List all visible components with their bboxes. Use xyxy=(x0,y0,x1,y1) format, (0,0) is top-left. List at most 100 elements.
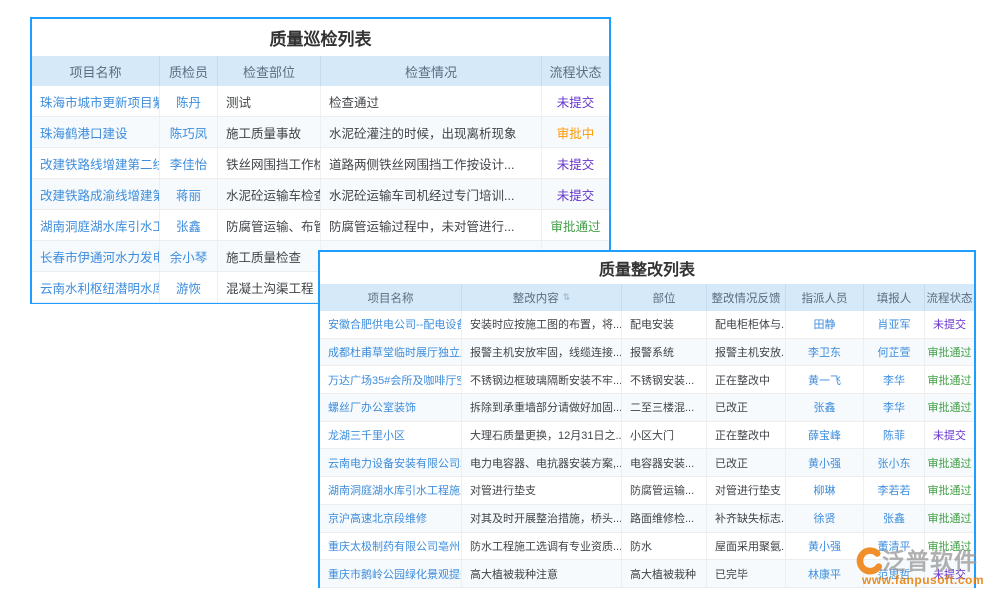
cell-assignee[interactable]: 张鑫 xyxy=(786,394,864,421)
cell-assignee[interactable]: 林康平 xyxy=(786,560,864,587)
cell-part: 防腐管运输... xyxy=(622,477,707,504)
cell-project[interactable]: 万达广场35#会所及咖啡厅空... xyxy=(320,366,462,393)
column-header-project: 项目名称 xyxy=(320,284,462,311)
column-header-label: 流程状态 xyxy=(927,290,973,306)
table-row: 改建铁路线增建第二线...李佳怡铁丝网围挡工作检查道路两侧铁丝网围挡工作按设计.… xyxy=(32,148,609,179)
cell-reporter[interactable]: 李华 xyxy=(864,394,925,421)
cell-assignee[interactable]: 李卫东 xyxy=(786,339,864,366)
column-header-status: 流程状态 xyxy=(925,284,974,311)
cell-inspector[interactable]: 陈巧凤 xyxy=(160,117,218,147)
cell-feedback: 已改正 xyxy=(707,449,786,476)
cell-feedback: 对管进行垫支 xyxy=(707,477,786,504)
cell-assignee[interactable]: 薛宝峰 xyxy=(786,422,864,449)
sort-icon[interactable]: ⇅ xyxy=(563,292,571,303)
cell-project[interactable]: 长春市伊通河水力发电... xyxy=(32,241,160,271)
cell-content: 高大植被栽种注意 xyxy=(462,560,622,587)
cell-assignee[interactable]: 黄小强 xyxy=(786,533,864,560)
fanpu-logo-icon xyxy=(854,546,882,576)
cell-project[interactable]: 云南电力设备安装有限公司20... xyxy=(320,449,462,476)
cell-content: 电力电容器、电抗器安装方案,... xyxy=(462,449,622,476)
cell-status: 审批通过 xyxy=(925,339,974,366)
cell-situation: 检查通过 xyxy=(321,86,542,116)
cell-project[interactable]: 螺丝厂办公室装饰 xyxy=(320,394,462,421)
cell-project[interactable]: 京沪高速北京段维修 xyxy=(320,505,462,532)
cell-part: 测试 xyxy=(218,86,321,116)
column-header-assignee: 指派人员 xyxy=(786,284,864,311)
rectification-table-header: 项目名称整改内容⇅部位整改情况反馈指派人员填报人流程状态 xyxy=(320,284,974,311)
cell-status: 未提交 xyxy=(542,148,609,178)
cell-inspector[interactable]: 张鑫 xyxy=(160,210,218,240)
cell-assignee[interactable]: 田静 xyxy=(786,311,864,338)
cell-project[interactable]: 珠海鹤港口建设 xyxy=(32,117,160,147)
cell-status: 审批通过 xyxy=(925,366,974,393)
column-header-label: 检查部位 xyxy=(243,62,295,81)
table-row: 螺丝厂办公室装饰拆除到承重墙部分请做好加固...二至三楼混...已改正张鑫李华审… xyxy=(320,394,974,422)
watermark-url-text: www.fanpusoft.com xyxy=(862,573,1000,587)
table-row: 龙湖三千里小区大理石质量更换，12月31日之...小区大门正在整改中薛宝峰陈菲未… xyxy=(320,422,974,450)
cell-inspector[interactable]: 陈丹 xyxy=(160,86,218,116)
cell-status: 未提交 xyxy=(542,179,609,209)
cell-assignee[interactable]: 柳琳 xyxy=(786,477,864,504)
cell-feedback: 补齐缺失标志... xyxy=(707,505,786,532)
cell-content: 拆除到承重墙部分请做好加固... xyxy=(462,394,622,421)
cell-project[interactable]: 安徽合肥供电公司--配电设备... xyxy=(320,311,462,338)
cell-reporter[interactable]: 李华 xyxy=(864,366,925,393)
cell-status: 审批通过 xyxy=(925,505,974,532)
cell-part: 二至三楼混... xyxy=(622,394,707,421)
cell-status: 审批通过 xyxy=(542,210,609,240)
watermark-brand-text: 泛普软件 xyxy=(882,546,978,576)
cell-inspector[interactable]: 余小琴 xyxy=(160,241,218,271)
fanpu-watermark: 泛普软件 www.fanpusoft.com xyxy=(854,546,1000,587)
cell-situation: 水泥砼灌注的时候，出现离析现象 xyxy=(321,117,542,147)
cell-assignee[interactable]: 徐贤 xyxy=(786,505,864,532)
cell-feedback: 正在整改中 xyxy=(707,422,786,449)
cell-project[interactable]: 珠海市城市更新项目紫... xyxy=(32,86,160,116)
cell-project[interactable]: 重庆太极制药有限公司亳州中... xyxy=(320,533,462,560)
cell-status: 未提交 xyxy=(542,86,609,116)
cell-project[interactable]: 云南水利枢纽潜明水库... xyxy=(32,272,160,302)
column-header-reporter: 填报人 xyxy=(864,284,925,311)
cell-assignee[interactable]: 黄小强 xyxy=(786,449,864,476)
cell-project[interactable]: 湖南洞庭湖水库引水工程施工I标 xyxy=(320,477,462,504)
table-row: 湖南洞庭湖水库引水工程施工I标对管进行垫支防腐管运输...对管进行垫支柳琳李若若… xyxy=(320,477,974,505)
cell-reporter[interactable]: 何芷萱 xyxy=(864,339,925,366)
cell-inspector[interactable]: 蒋丽 xyxy=(160,179,218,209)
cell-inspector[interactable]: 李佳怡 xyxy=(160,148,218,178)
cell-reporter[interactable]: 张鑫 xyxy=(864,505,925,532)
cell-project[interactable]: 湖南洞庭湖水库引水工... xyxy=(32,210,160,240)
cell-project[interactable]: 成都杜甫草堂临时展厅独立展... xyxy=(320,339,462,366)
cell-inspector[interactable]: 游恢 xyxy=(160,272,218,302)
cell-project[interactable]: 龙湖三千里小区 xyxy=(320,422,462,449)
cell-part: 配电安装 xyxy=(622,311,707,338)
cell-part: 防水 xyxy=(622,533,707,560)
cell-reporter[interactable]: 肖亚军 xyxy=(864,311,925,338)
table-row: 改建铁路成渝线增建第...蒋丽水泥砼运输车检查水泥砼运输车司机经过专门培训...… xyxy=(32,179,609,210)
table-row: 云南电力设备安装有限公司20...电力电容器、电抗器安装方案,...电容器安装.… xyxy=(320,449,974,477)
cell-situation: 水泥砼运输车司机经过专门培训... xyxy=(321,179,542,209)
cell-part: 报警系统 xyxy=(622,339,707,366)
cell-assignee[interactable]: 黄一飞 xyxy=(786,366,864,393)
table-row: 珠海市城市更新项目紫...陈丹测试检查通过未提交 xyxy=(32,86,609,117)
table-row: 万达广场35#会所及咖啡厅空...不锈钢边框玻璃隔断安装不牢...不锈钢安装..… xyxy=(320,366,974,394)
cell-part: 电容器安装... xyxy=(622,449,707,476)
cell-status: 审批中 xyxy=(542,117,609,147)
cell-reporter[interactable]: 张小东 xyxy=(864,449,925,476)
cell-situation: 道路两侧铁丝网围挡工作按设计... xyxy=(321,148,542,178)
cell-status: 审批通过 xyxy=(925,394,974,421)
cell-feedback: 正在整改中 xyxy=(707,366,786,393)
cell-reporter[interactable]: 陈菲 xyxy=(864,422,925,449)
cell-reporter[interactable]: 李若若 xyxy=(864,477,925,504)
cell-part: 施工质量检查 xyxy=(218,241,321,271)
column-header-label: 项目名称 xyxy=(69,62,121,81)
inspection-table-header: 项目名称质检员检查部位检查情况流程状态 xyxy=(32,56,609,86)
cell-feedback: 已改正 xyxy=(707,394,786,421)
column-header-part: 部位 xyxy=(622,284,707,311)
column-header-label: 部位 xyxy=(653,290,676,306)
cell-part: 铁丝网围挡工作检查 xyxy=(218,148,321,178)
cell-project[interactable]: 改建铁路线增建第二线... xyxy=(32,148,160,178)
cell-project[interactable]: 改建铁路成渝线增建第... xyxy=(32,179,160,209)
table-row: 珠海鹤港口建设陈巧凤施工质量事故水泥砼灌注的时候，出现离析现象审批中 xyxy=(32,117,609,148)
column-header-content[interactable]: 整改内容⇅ xyxy=(462,284,622,311)
cell-project[interactable]: 重庆市鹅岭公园绿化景观提升... xyxy=(320,560,462,587)
cell-part: 施工质量事故 xyxy=(218,117,321,147)
